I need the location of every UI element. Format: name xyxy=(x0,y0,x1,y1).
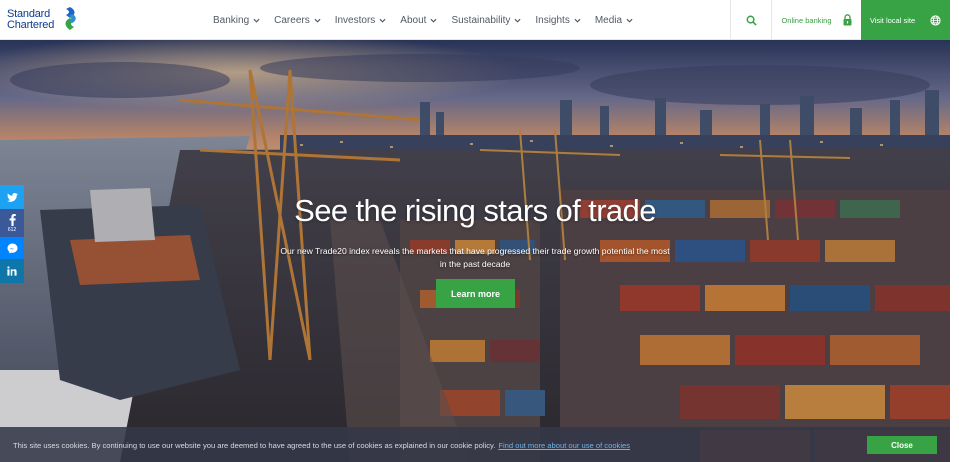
nav-item-media[interactable]: Media xyxy=(595,15,633,26)
nav-item-label: Investors xyxy=(334,14,376,26)
visit-local-label: Visit local site xyxy=(869,15,916,25)
nav-item-label: About xyxy=(400,14,427,26)
nav-item-sustainability[interactable]: Sustainability xyxy=(451,15,521,26)
logo-line-2: Chartered xyxy=(7,19,55,31)
linkedin-share-button[interactable] xyxy=(0,259,24,283)
chevron-down-icon xyxy=(574,18,581,23)
chevron-down-icon xyxy=(430,18,437,23)
nav-item-label: Careers xyxy=(274,14,310,26)
globe-icon xyxy=(930,14,941,26)
messenger-share-button[interactable] xyxy=(0,237,24,259)
nav-item-about[interactable]: About xyxy=(400,15,437,26)
linkedin-icon xyxy=(7,266,17,276)
learn-more-button[interactable]: Learn more xyxy=(436,279,515,308)
twitter-share-button[interactable] xyxy=(0,185,24,209)
logo-wordmark: Standard Chartered xyxy=(7,9,54,31)
online-banking-link[interactable]: Online banking xyxy=(771,0,861,40)
hero-subtitle: Our new Trade20 index reveals the market… xyxy=(280,246,670,269)
chevron-down-icon xyxy=(514,18,521,23)
chevron-down-icon xyxy=(314,18,321,23)
nav-item-insights[interactable]: Insights xyxy=(535,14,581,26)
cookie-close-button[interactable]: Close xyxy=(867,436,937,454)
hero-banner: See the rising stars of trade Our new Tr… xyxy=(0,40,950,462)
standard-chartered-logo[interactable]: Standard Chartered xyxy=(7,6,77,34)
logo-mark-icon xyxy=(65,7,76,30)
nav-item-label: Banking xyxy=(213,14,250,26)
hero-title: See the rising stars of trade xyxy=(294,193,656,228)
primary-nav: Banking Careers Investors About Sustaina… xyxy=(213,0,647,40)
online-banking-label: Online banking xyxy=(781,15,832,25)
visit-local-site-button[interactable]: Visit local site xyxy=(861,0,950,40)
chevron-down-icon xyxy=(253,18,260,23)
site-header: Standard Chartered Banking Careers Inves… xyxy=(0,0,959,40)
nav-item-banking[interactable]: Banking xyxy=(213,15,260,26)
cookie-message: This site uses cookies. By continuing to… xyxy=(13,441,630,450)
page-edge xyxy=(950,0,959,462)
messenger-icon xyxy=(6,242,18,254)
chevron-down-icon xyxy=(379,18,386,23)
social-share-rail: 612 xyxy=(0,185,24,283)
cookie-banner: This site uses cookies. By continuing to… xyxy=(0,427,950,462)
nav-item-label: Sustainability xyxy=(451,14,511,26)
cookie-policy-link[interactable]: Find out more about our use of cookies xyxy=(498,441,630,450)
facebook-share-button[interactable]: 612 xyxy=(0,209,24,237)
cookie-text: This site uses cookies. By continuing to… xyxy=(13,441,496,450)
nav-item-label: Media xyxy=(594,14,623,26)
facebook-icon xyxy=(9,213,16,226)
lock-icon xyxy=(843,14,852,26)
search-icon xyxy=(746,15,757,26)
facebook-share-count: 612 xyxy=(7,226,17,233)
nav-item-investors[interactable]: Investors xyxy=(335,15,387,26)
twitter-icon xyxy=(6,192,18,202)
chevron-down-icon xyxy=(626,18,633,23)
nav-item-label: Insights xyxy=(535,14,570,26)
nav-item-careers[interactable]: Careers xyxy=(274,15,321,26)
search-button[interactable] xyxy=(730,0,771,40)
